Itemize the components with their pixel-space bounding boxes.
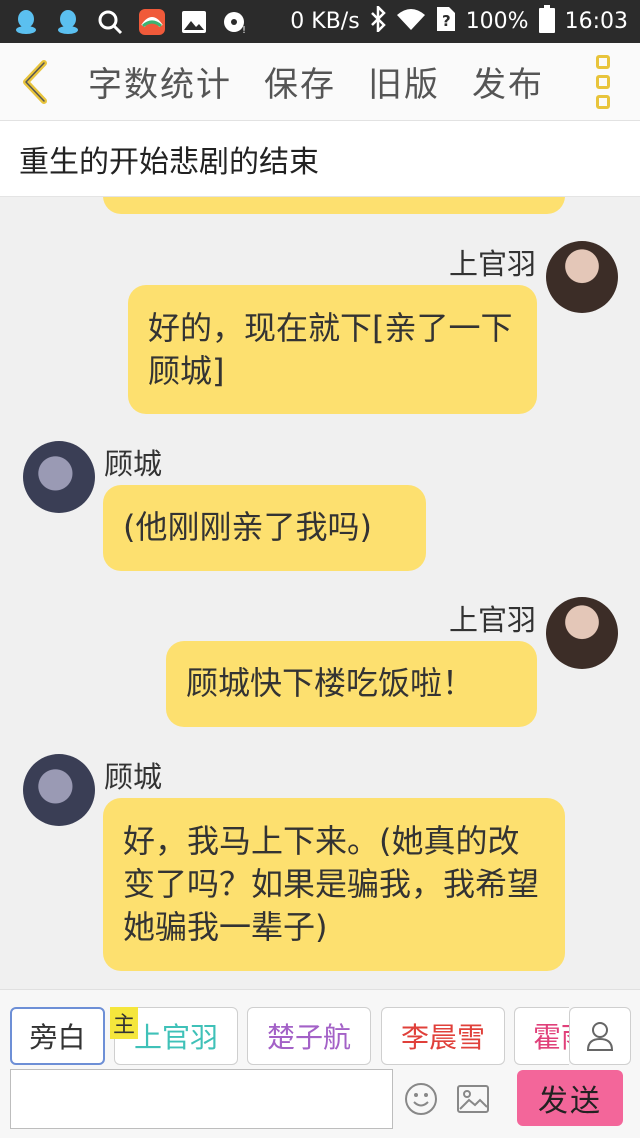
search-icon xyxy=(96,8,124,36)
story-title[interactable]: 重生的开始悲剧的结束 xyxy=(0,121,640,197)
emoji-button[interactable] xyxy=(400,1078,442,1120)
composer-panel: 旁白 主 上官羽 楚子航 李晨雪 霍雨 发送 xyxy=(0,989,640,1138)
speaker-name: 上官羽 xyxy=(448,247,536,281)
emoji-icon xyxy=(405,1083,437,1115)
avatar-shangguanyu[interactable] xyxy=(546,241,618,313)
message-bubble[interactable]: 好，我马上下来。(她真的改变了吗？如果是骗我，我希望她骗我一辈子) xyxy=(103,798,565,971)
message-bubble[interactable]: 顾城快下楼吃饭啦！ xyxy=(166,641,537,727)
qq-icon xyxy=(54,8,82,36)
speaker-name: 上官羽 xyxy=(448,603,536,637)
image-icon xyxy=(457,1085,489,1113)
avatar-gucheng[interactable] xyxy=(23,441,95,513)
chevron-left-icon xyxy=(23,59,47,104)
chat-area[interactable]: 上官羽 好的，现在就下[亲了一下顾城] 顾城 (他刚刚亲了我吗) 上官羽 顾城快… xyxy=(0,197,640,989)
message-bubble[interactable]: (他刚刚亲了我吗) xyxy=(103,485,426,571)
character-manage-button[interactable] xyxy=(569,1007,631,1065)
speaker-name: 顾城 xyxy=(104,760,163,794)
send-button[interactable]: 发送 xyxy=(517,1070,623,1126)
chip-huoyu[interactable]: 霍雨 xyxy=(514,1007,569,1065)
bluetooth-icon xyxy=(370,3,386,38)
net-speed: 0 KB/s xyxy=(290,9,360,34)
host-tag: 主 xyxy=(110,1007,138,1039)
back-button[interactable] xyxy=(0,43,70,121)
avatar-shangguanyu[interactable] xyxy=(546,597,618,669)
no-sim-icon: ? xyxy=(436,6,456,38)
speaker-name: 顾城 xyxy=(104,447,163,481)
save-button[interactable]: 保存 xyxy=(264,57,336,106)
publish-button[interactable]: 发布 xyxy=(472,57,544,106)
image-button[interactable] xyxy=(452,1078,494,1120)
image-icon xyxy=(180,8,208,36)
message-bubble-partial[interactable] xyxy=(103,197,565,214)
status-bar: ! 0 KB/s ? 100% 16:03 xyxy=(0,0,640,43)
app-icon xyxy=(138,8,166,36)
battery-icon xyxy=(538,4,555,39)
svg-text:?: ? xyxy=(442,12,451,30)
old-version-button[interactable]: 旧版 xyxy=(368,57,440,106)
message-input[interactable] xyxy=(10,1069,393,1129)
chip-chuzihang[interactable]: 楚子航 xyxy=(247,1007,371,1065)
clock: 16:03 xyxy=(564,9,628,34)
chip-lichenxue[interactable]: 李晨雪 xyxy=(381,1007,505,1065)
battery-level: 100% xyxy=(465,9,529,34)
qq-icon xyxy=(12,8,40,36)
avatar-gucheng[interactable] xyxy=(23,754,95,826)
editor-toolbar: 字数统计 保存 旧版 发布 xyxy=(0,43,640,121)
chip-narrator[interactable]: 旁白 xyxy=(10,1007,105,1065)
word-count-button[interactable]: 字数统计 xyxy=(88,57,232,106)
disc-icon: ! xyxy=(222,8,250,36)
wifi-icon xyxy=(396,7,426,37)
message-bubble[interactable]: 好的，现在就下[亲了一下顾城] xyxy=(128,285,537,414)
more-vertical-icon[interactable] xyxy=(588,55,618,109)
svg-text:!: ! xyxy=(242,25,246,35)
person-icon xyxy=(586,1022,614,1051)
